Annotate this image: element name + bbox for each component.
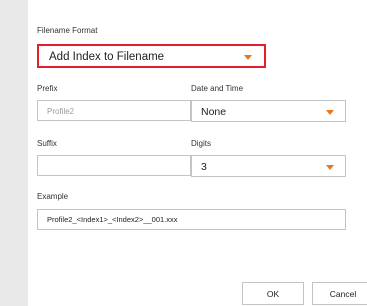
cancel-button[interactable]: Cancel (312, 282, 367, 305)
ok-button[interactable]: OK (242, 282, 304, 305)
digits-select[interactable]: 3 (191, 155, 346, 177)
date-time-value: None (201, 106, 227, 118)
filename-format-value: Add Index to Filename (49, 51, 165, 63)
digits-value: 3 (201, 161, 207, 173)
example-label: Example (37, 192, 69, 201)
suffix-input[interactable] (37, 155, 191, 176)
chevron-down-icon (244, 55, 252, 60)
example-field: Profile2_<Index1>_<Index2>__001.xxx (37, 209, 346, 230)
digits-label: Digits (191, 139, 212, 148)
filename-settings-dialog: Filename Format Add Index to Filename Pr… (28, 0, 367, 306)
example-value: Profile2_<Index1>_<Index2>__001.xxx (47, 215, 178, 224)
chevron-down-icon (326, 165, 334, 170)
prefix-input[interactable]: Profile2 (37, 100, 191, 121)
date-time-label: Date and Time (191, 84, 244, 93)
suffix-label: Suffix (37, 139, 57, 148)
chevron-down-icon (326, 110, 334, 115)
prefix-label: Prefix (37, 84, 58, 93)
prefix-value: Profile2 (47, 107, 75, 116)
date-time-select[interactable]: None (191, 100, 346, 122)
filename-format-label: Filename Format (37, 26, 98, 35)
filename-format-select[interactable]: Add Index to Filename (37, 44, 266, 68)
